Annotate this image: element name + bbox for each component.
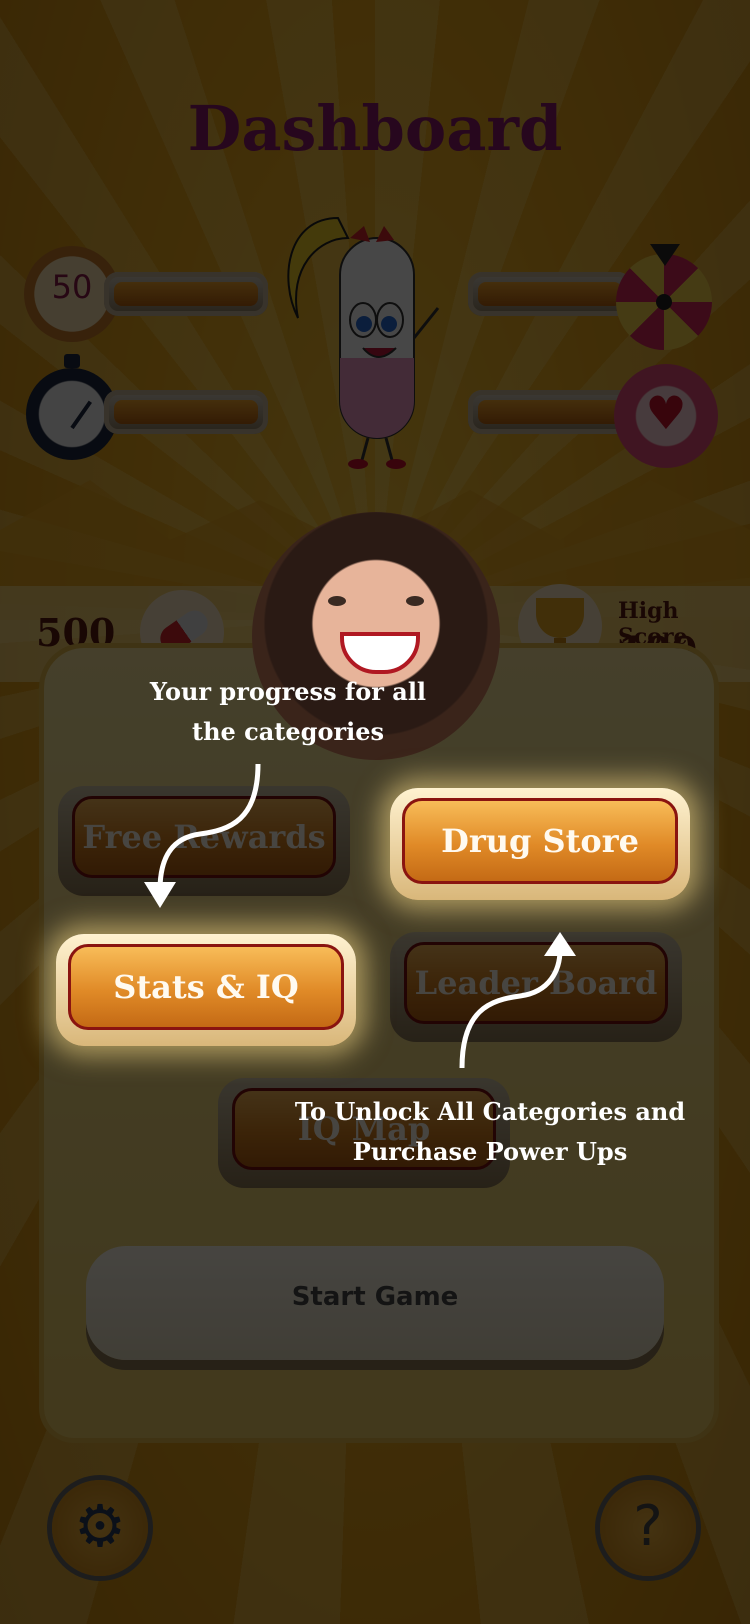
help-icon[interactable]: ? [600, 1480, 696, 1576]
mascot-pill [287, 216, 440, 469]
progress-bar-2 [104, 390, 268, 434]
wheel-pointer-icon [650, 244, 680, 266]
page-title: Dashboard [187, 92, 563, 165]
unlock-tip-line2: Purchase Power Ups [352, 1137, 628, 1166]
progress-bar-1 [104, 272, 268, 316]
spin-wheel-icon[interactable] [616, 254, 712, 350]
unlock-arrow [459, 932, 576, 1069]
unlock-tip: To Unlock All Categories and Purchase Po… [270, 1092, 710, 1172]
game-screen: Dashboard 50 ♥ 500 High Score Free Rewar… [0, 0, 750, 1624]
drug-store-button[interactable]: Drug Store [390, 788, 690, 900]
progress-bar-4 [468, 390, 632, 434]
heart-badge-icon[interactable]: ♥ [614, 364, 718, 468]
progress-tip: Your progress for all the categories [78, 672, 498, 752]
progress-bar-3 [468, 272, 632, 316]
stats-iq-button[interactable]: Stats & IQ [56, 934, 356, 1046]
progress-tip-line1: Your progress for all [149, 677, 427, 706]
gear-icon[interactable]: ⚙ [52, 1480, 148, 1576]
progress-tip-line2: the categories [191, 717, 384, 746]
start-game-button[interactable]: Start Game [86, 1246, 664, 1360]
unlock-tip-line1: To Unlock All Categories and [294, 1097, 686, 1126]
progress-arrow [144, 763, 261, 908]
